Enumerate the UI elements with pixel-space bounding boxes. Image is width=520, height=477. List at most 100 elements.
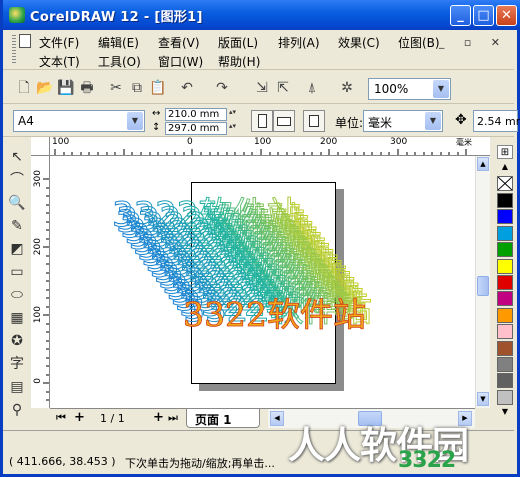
close-button[interactable]: ✕: [496, 5, 517, 26]
property-bar: A4 ▼ ↔ ↕ 210.0 mm 297.0 mm ▴▾ ▴▾ 单位: 毫米 …: [3, 105, 520, 137]
horizontal-ruler[interactable]: 100 0 100 200 300 毫米: [50, 137, 490, 156]
chevron-down-icon[interactable]: ▼: [433, 80, 449, 98]
vertical-ruler-ticks: [43, 178, 49, 401]
paper-width-input[interactable]: 210.0 mm: [165, 108, 227, 121]
freehand-tool-icon[interactable]: ✎: [7, 216, 27, 236]
nudge-offset-input[interactable]: 2.54 mm: [473, 110, 520, 132]
color-swatch[interactable]: [497, 275, 513, 290]
vertical-ruler[interactable]: 300 200 100 0: [31, 156, 50, 408]
chevron-down-icon[interactable]: ▼: [425, 112, 441, 130]
color-swatch[interactable]: [497, 225, 513, 241]
vertical-scroll-thumb[interactable]: [477, 276, 489, 296]
scroll-down-arrow[interactable]: ▼: [477, 392, 489, 406]
zoom-tool-icon[interactable]: 🔍: [7, 193, 27, 213]
document-window-controls[interactable]: _ ▫ ✕: [439, 36, 508, 49]
landscape-icon: [277, 117, 291, 126]
color-swatch[interactable]: [497, 307, 513, 323]
height-spinner[interactable]: ▴▾: [229, 122, 237, 135]
menu-bar: 文件(F) 编辑(E) 查看(V) 版面(L) 排列(A) 效果(C) 位图(B…: [3, 30, 514, 70]
interactive-blend-tool-icon[interactable]: ▤: [7, 377, 27, 397]
text-tool-icon[interactable]: 字: [7, 354, 27, 374]
color-swatch[interactable]: [497, 258, 513, 274]
color-swatch[interactable]: [497, 291, 513, 307]
scroll-left-arrow[interactable]: ◀: [270, 411, 284, 426]
first-page-icon[interactable]: ⏮: [56, 411, 66, 425]
export-icon[interactable]: ⇱: [274, 79, 292, 97]
palette-scroll-down-icon[interactable]: ▼: [497, 407, 513, 417]
color-swatch[interactable]: [497, 357, 513, 372]
color-swatch[interactable]: [497, 373, 513, 389]
menu-bitmaps[interactable]: 位图(B): [398, 34, 440, 51]
copy-icon[interactable]: ⧉: [128, 79, 146, 97]
menu-arrange[interactable]: 排列(A): [278, 34, 320, 51]
title-bar[interactable]: CorelDRAW 12 - [图形1] _ □ ✕: [3, 0, 520, 30]
menu-edit[interactable]: 编辑(E): [98, 34, 139, 51]
basic-shapes-tool-icon[interactable]: ✪: [7, 331, 27, 351]
minimize-button[interactable]: _: [450, 5, 471, 26]
paper-height-input[interactable]: 297.0 mm: [165, 122, 227, 135]
paste-icon[interactable]: 📋: [149, 79, 167, 97]
paper-type-select[interactable]: A4 ▼: [13, 110, 145, 132]
undo-icon[interactable]: ↶: [178, 79, 196, 97]
page-counter: 1 / 1: [100, 412, 125, 425]
document-icon[interactable]: [19, 34, 31, 48]
new-document-icon[interactable]: 🗋: [15, 79, 33, 97]
coreldraw-app-icon[interactable]: [9, 7, 25, 23]
menu-window[interactable]: 窗口(W): [158, 53, 203, 70]
no-fill-swatch[interactable]: [497, 176, 513, 191]
color-swatch[interactable]: [497, 324, 513, 340]
ruler-tick-label: 300: [33, 170, 43, 188]
open-icon[interactable]: 📂: [36, 79, 54, 97]
drawing-canvas[interactable]: 3322软件站 3322软件站 3322软件站 3322软件站 3322软件站 3322软…: [50, 156, 490, 408]
zoom-level-select[interactable]: 100% ▼: [368, 78, 451, 100]
pick-tool-icon[interactable]: ↖: [7, 147, 27, 167]
palette-menu-icon[interactable]: ⊞: [497, 145, 513, 159]
shape-tool-icon[interactable]: ⌒: [7, 170, 27, 190]
redo-icon[interactable]: ↷: [213, 79, 231, 97]
menu-tools[interactable]: 工具(O): [98, 53, 141, 70]
color-swatch[interactable]: [497, 209, 513, 225]
paper-width-icon: ↔: [152, 108, 161, 119]
add-page-before-icon[interactable]: +: [74, 410, 85, 425]
palette-scroll-up-icon[interactable]: ▲: [497, 162, 513, 172]
blend-artwork[interactable]: 3322软件站3322软件站3322软件站3322软件站3322软件站3322软…: [50, 156, 490, 408]
ruler-origin[interactable]: [31, 137, 50, 156]
menu-layout[interactable]: 版面(L): [218, 34, 258, 51]
width-spinner[interactable]: ▴▾: [229, 108, 237, 121]
smart-fill-tool-icon[interactable]: ◩: [7, 239, 27, 259]
ellipse-tool-icon[interactable]: ⬭: [7, 285, 27, 305]
color-swatch[interactable]: [497, 389, 513, 405]
window-title: CorelDRAW 12 - [图形1]: [30, 10, 203, 25]
landscape-button[interactable]: [273, 110, 295, 132]
save-icon[interactable]: 💾: [57, 79, 75, 97]
chevron-down-icon[interactable]: ▼: [127, 112, 143, 130]
scroll-up-arrow[interactable]: ▲: [477, 157, 489, 171]
menu-text[interactable]: 文本(T): [39, 53, 80, 70]
last-page-icon[interactable]: ⏭: [168, 411, 178, 425]
artwork-text[interactable]: 3322软件站: [183, 295, 367, 335]
color-swatch[interactable]: [497, 340, 513, 356]
menu-file[interactable]: 文件(F): [39, 34, 79, 51]
color-swatch[interactable]: [497, 242, 513, 258]
print-icon[interactable]: 🖶: [78, 79, 96, 97]
corel-online-icon[interactable]: ✲: [338, 79, 356, 97]
color-swatch[interactable]: [497, 193, 513, 208]
import-icon[interactable]: ⇲: [253, 79, 271, 97]
menu-effects[interactable]: 效果(C): [338, 34, 380, 51]
menu-view[interactable]: 查看(V): [158, 34, 200, 51]
units-select[interactable]: 毫米 ▼: [363, 110, 443, 132]
page-tab[interactable]: 页面 1: [186, 409, 260, 428]
cut-icon[interactable]: ✂: [107, 79, 125, 97]
menu-help[interactable]: 帮助(H): [218, 53, 260, 70]
application-launcher-icon[interactable]: ⍋: [303, 79, 321, 97]
add-page-after-icon[interactable]: +: [153, 410, 164, 425]
vertical-scrollbar[interactable]: ▲ ▼: [475, 156, 490, 408]
portrait-button[interactable]: [251, 110, 273, 132]
all-pages-button[interactable]: [303, 110, 325, 132]
rectangle-tool-icon[interactable]: ▭: [7, 262, 27, 282]
eyedropper-tool-icon[interactable]: ⚲: [7, 400, 27, 420]
toolbar-grip[interactable]: [12, 35, 16, 65]
paper-height-icon: ↕: [152, 122, 161, 133]
maximize-button[interactable]: □: [473, 5, 494, 26]
graph-paper-tool-icon[interactable]: ▦: [7, 308, 27, 328]
